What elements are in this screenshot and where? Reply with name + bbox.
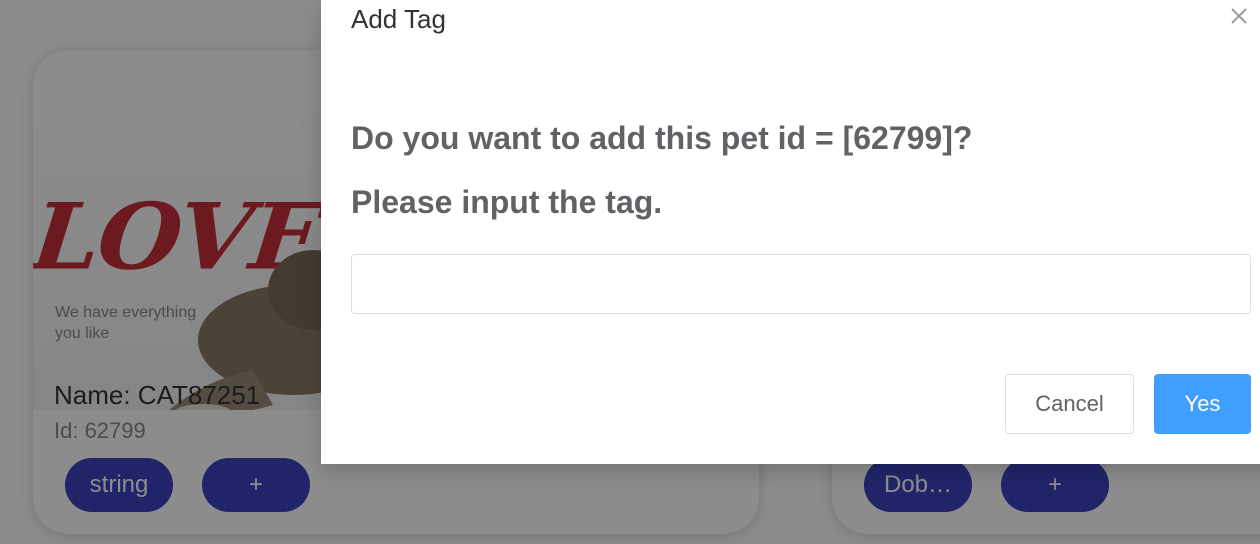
cancel-button[interactable]: Cancel xyxy=(1005,374,1134,434)
tag-input[interactable] xyxy=(351,254,1251,314)
yes-button[interactable]: Yes xyxy=(1154,374,1251,434)
add-tag-dialog: Add Tag Do you want to add this pet id =… xyxy=(321,0,1260,464)
tag-instruction: Please input the tag. xyxy=(351,184,663,220)
close-icon[interactable] xyxy=(1225,2,1253,30)
dialog-title: Add Tag xyxy=(351,4,446,34)
confirm-question: Do you want to add this pet id = [62799]… xyxy=(351,120,973,156)
